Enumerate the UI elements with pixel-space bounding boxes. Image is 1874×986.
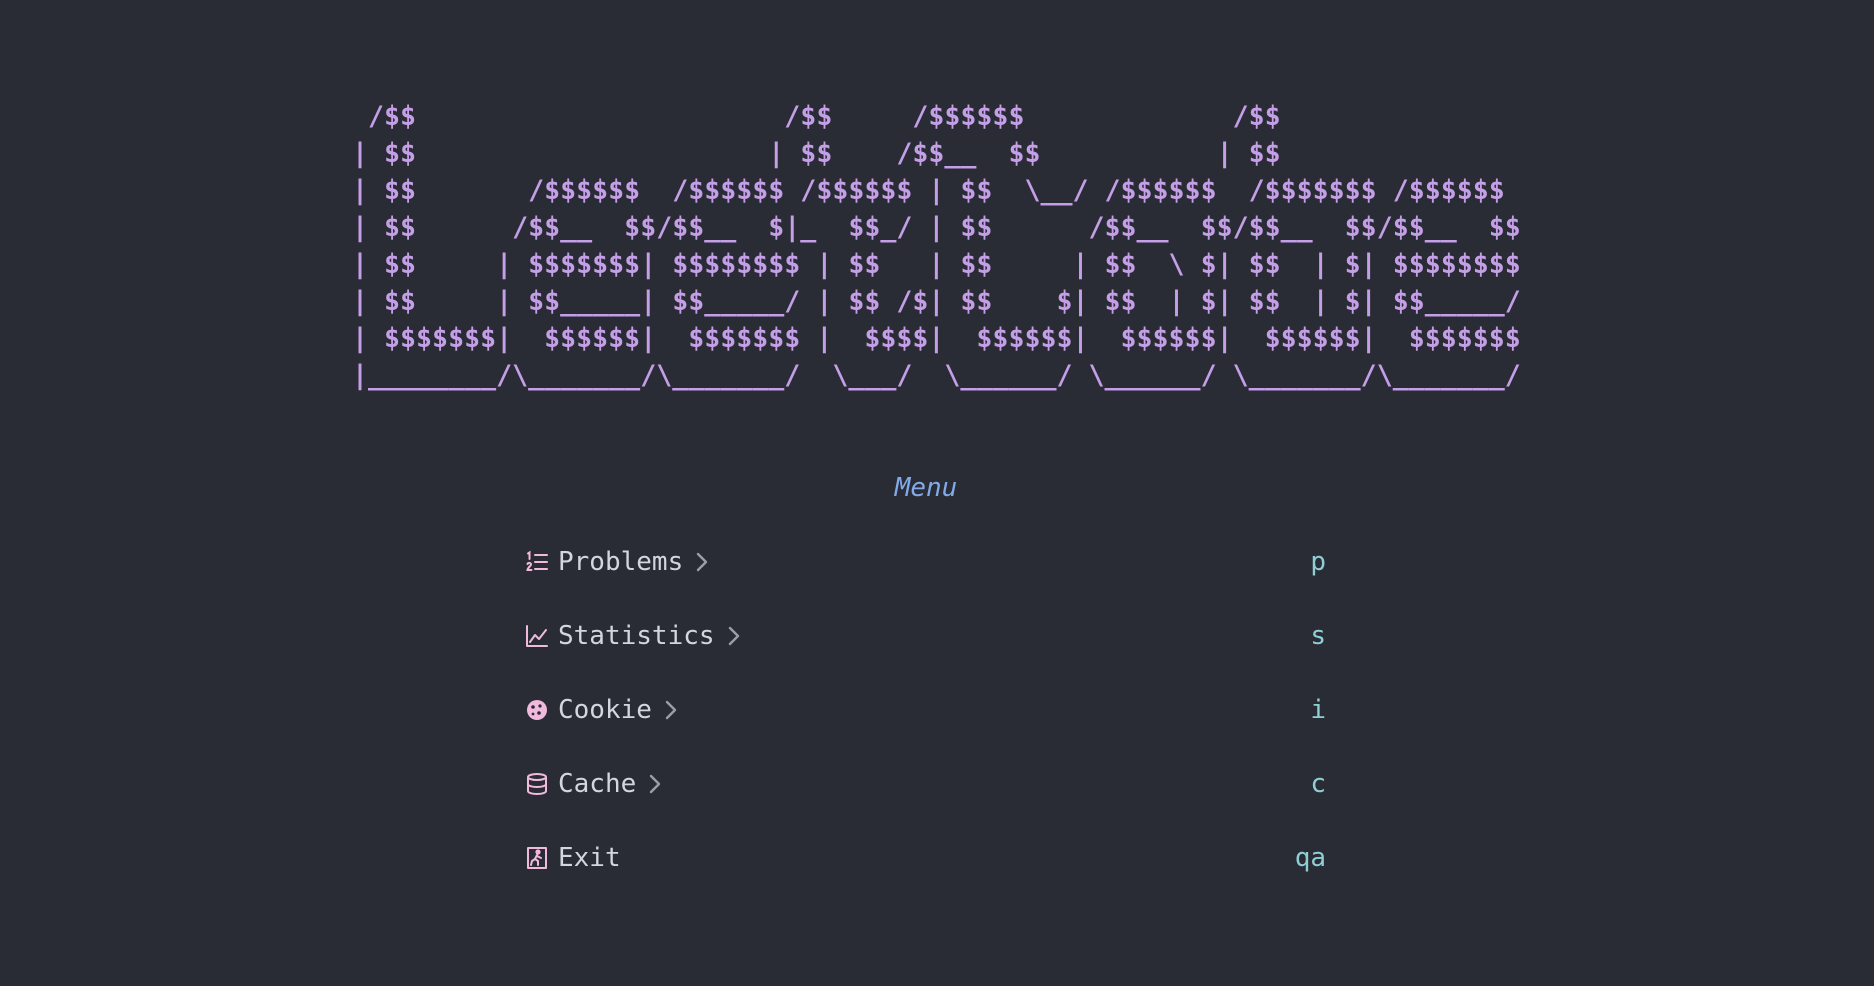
menu-item-cookie[interactable]: Cookie i xyxy=(524,688,1326,732)
chevron-right-icon xyxy=(725,624,743,648)
chevron-right-icon xyxy=(693,550,711,574)
banner-line: | $$ | $$$$$$$| $$$$$$$$ | $$ | $$ | $$ … xyxy=(352,249,1521,280)
banner-line: | $$ /$$__ $$/$$__ $|_ $$_/ | $$ /$$__ $… xyxy=(352,212,1521,243)
ascii-art-banner: /$$ /$$ /$$$$$$ /$$ | $$ | $$ /$$__ $$ |… xyxy=(352,98,1521,394)
banner-line: /$$ /$$ /$$$$$$ /$$ xyxy=(352,101,1281,132)
cookie-icon xyxy=(524,696,550,724)
menu-item-shortcut: s xyxy=(1310,621,1326,651)
menu-item-shortcut: c xyxy=(1310,769,1326,799)
menu-item-label: Cache xyxy=(558,769,637,799)
menu-item-shortcut: qa xyxy=(1294,843,1326,873)
menu-item-label: Cookie xyxy=(558,695,652,725)
chevron-right-icon xyxy=(646,772,664,796)
menu-item-statistics[interactable]: Statistics s xyxy=(524,614,1326,658)
exit-door-icon xyxy=(524,844,550,872)
menu-item-label: Exit xyxy=(558,843,621,873)
menu-item-problems[interactable]: Problems p xyxy=(524,540,1326,584)
banner-line: | $$ /$$$$$$ /$$$$$$ /$$$$$$ | $$ \__/ /… xyxy=(352,175,1505,206)
menu-item-shortcut: i xyxy=(1310,695,1326,725)
banner-line: |________/\_______/\_______/ \___/ \____… xyxy=(352,360,1521,391)
banner-line: | $$$$$$$| $$$$$$| $$$$$$$ | $$$$| $$$$$… xyxy=(352,323,1521,354)
menu-item-label: Problems xyxy=(558,547,684,577)
menu-item-label: Statistics xyxy=(558,621,715,651)
banner-line: | $$ | $$ /$$__ $$ | $$ xyxy=(352,138,1281,169)
line-chart-icon xyxy=(524,622,550,650)
database-icon xyxy=(524,770,550,798)
menu-item-exit[interactable]: Exit qa xyxy=(524,836,1326,880)
chevron-right-icon xyxy=(662,698,680,722)
numbered-list-icon xyxy=(524,548,550,576)
menu-item-cache[interactable]: Cache c xyxy=(524,762,1326,806)
menu-item-shortcut: p xyxy=(1310,547,1326,577)
banner-line: | $$ | $$_____| $$_____/ | $$ /$| $$ $| … xyxy=(352,286,1521,317)
menu-title: Menu xyxy=(894,473,958,503)
